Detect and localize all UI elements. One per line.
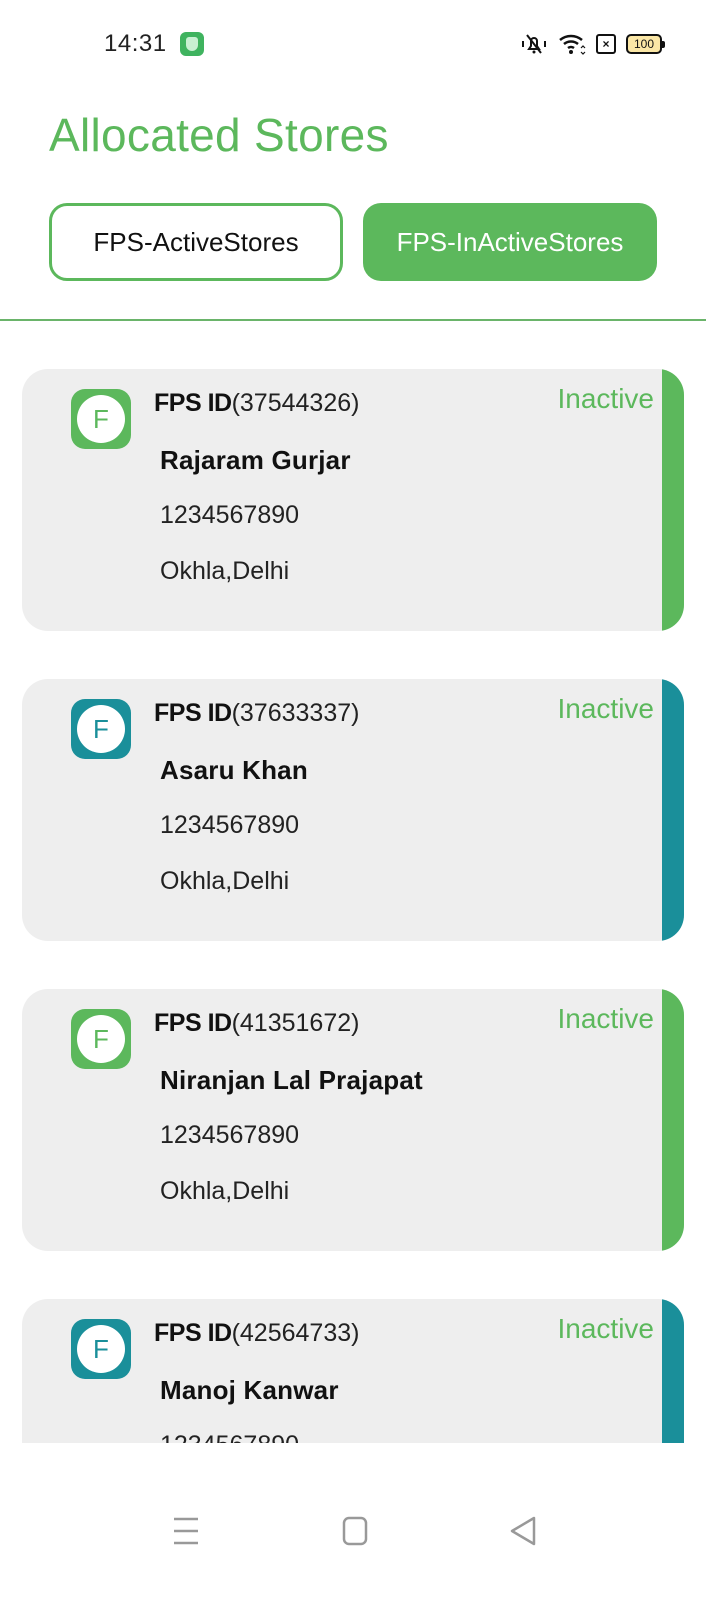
store-address: Okhla,Delhi <box>160 557 290 585</box>
store-phone: 1234567890 <box>160 1121 300 1149</box>
card-accent-bar <box>662 679 684 941</box>
fps-id-line: FPS ID(41351672) <box>154 1009 359 1038</box>
status-time: 14:31 <box>104 30 167 57</box>
security-shield-icon <box>180 32 204 56</box>
store-phone: 1234567890 <box>160 501 300 529</box>
battery-icon: 100 <box>626 34 665 54</box>
menu-icon[interactable] <box>166 1511 206 1551</box>
store-avatar: F <box>71 1319 131 1379</box>
no-sim-icon: × <box>596 34 616 54</box>
store-avatar: F <box>71 699 131 759</box>
fps-id-line: FPS ID(42564733) <box>154 1319 359 1348</box>
fps-id-label: FPS ID <box>154 389 232 417</box>
fps-id-value: (42564733) <box>231 1319 360 1347</box>
status-badge: Inactive <box>557 383 655 414</box>
store-phone: 1234567890 <box>160 1431 299 1443</box>
store-owner-name: Asaru Khan <box>160 755 308 785</box>
status-badge: Inactive <box>557 1313 655 1344</box>
store-owner-name: Manoj Kanwar <box>160 1375 339 1405</box>
store-address: Okhla,Delhi <box>160 867 290 895</box>
store-card[interactable]: F FPS ID(37544326) Inactive Rajaram Gurj… <box>22 369 684 631</box>
status-icons: × 100 <box>520 32 665 56</box>
card-accent-bar <box>662 989 684 1251</box>
fps-id-line: FPS ID(37633337) <box>154 699 359 728</box>
card-accent-bar <box>662 369 684 631</box>
home-icon[interactable] <box>336 1511 376 1551</box>
fps-id-value: (37544326) <box>231 389 360 417</box>
avatar-letter: F <box>77 705 125 753</box>
avatar-letter: F <box>77 1325 125 1373</box>
fps-id-line: FPS ID(37544326) <box>154 389 359 418</box>
card-accent-bar <box>662 1299 684 1443</box>
store-card[interactable]: F FPS ID(37633337) Inactive Asaru Khan 1… <box>22 679 684 941</box>
fps-id-label: FPS ID <box>154 1009 232 1037</box>
status-badge: Inactive <box>557 693 655 724</box>
fps-id-label: FPS ID <box>154 699 232 727</box>
store-card[interactable]: F FPS ID(42564733) Inactive Manoj Kanwar… <box>22 1299 684 1443</box>
mute-bell-icon <box>520 32 548 56</box>
fps-id-value: (41351672) <box>231 1009 360 1037</box>
tab-fps-inactive-stores[interactable]: FPS-InActiveStores <box>363 203 657 281</box>
back-icon[interactable] <box>504 1511 544 1551</box>
avatar-letter: F <box>77 1015 125 1063</box>
avatar-letter: F <box>77 395 125 443</box>
store-owner-name: Niranjan Lal Prajapat <box>160 1065 423 1095</box>
fps-id-value: (37633337) <box>231 699 360 727</box>
fps-id-label: FPS ID <box>154 1319 232 1347</box>
store-owner-name: Rajaram Gurjar <box>160 445 351 475</box>
store-avatar: F <box>71 389 131 449</box>
store-card[interactable]: F FPS ID(41351672) Inactive Niranjan Lal… <box>22 989 684 1251</box>
status-badge: Inactive <box>557 1003 655 1034</box>
store-list[interactable]: F FPS ID(37544326) Inactive Rajaram Gurj… <box>0 321 720 1443</box>
system-nav-bar <box>0 1443 720 1600</box>
status-bar: 14:31 × 100 <box>0 0 720 90</box>
tab-fps-active-stores[interactable]: FPS-ActiveStores <box>49 203 343 281</box>
page-title: Allocated Stores <box>49 109 389 161</box>
wifi-icon <box>558 32 586 56</box>
store-address: Okhla,Delhi <box>160 1177 290 1205</box>
store-avatar: F <box>71 1009 131 1069</box>
store-phone: 1234567890 <box>160 811 300 839</box>
